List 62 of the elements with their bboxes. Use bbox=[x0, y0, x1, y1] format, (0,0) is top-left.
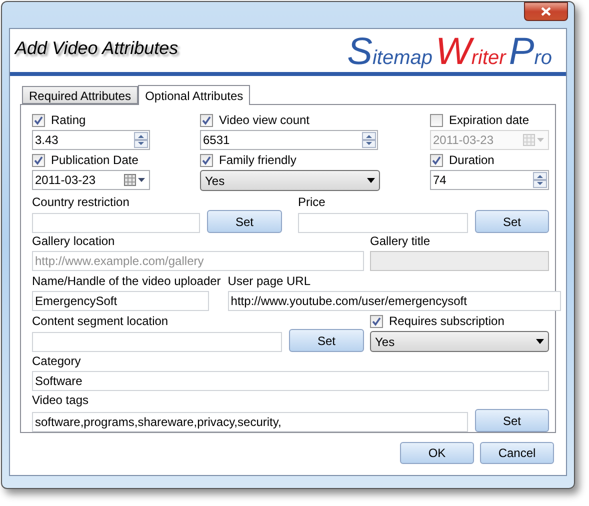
checkbox-label: Expiration date bbox=[449, 112, 530, 128]
tab[interactable]: Optional Attributes bbox=[138, 85, 250, 105]
text-field[interactable] bbox=[298, 213, 468, 233]
checkbox-label: Family friendly bbox=[219, 152, 296, 168]
checkmark-icon bbox=[432, 156, 441, 164]
checkbox[interactable] bbox=[370, 314, 383, 328]
close-button[interactable] bbox=[524, 2, 568, 21]
checkbox[interactable] bbox=[32, 114, 45, 126]
text-field[interactable]: http://www.youtube.com/user/emergencysoft bbox=[228, 291, 561, 311]
checkmark-icon bbox=[34, 156, 43, 164]
set-button[interactable]: Set bbox=[475, 210, 549, 233]
set-button[interactable]: Set bbox=[475, 409, 549, 432]
checkbox-label: Video view count bbox=[219, 112, 310, 128]
number-field[interactable]: 6531 bbox=[200, 130, 378, 150]
calendar-icon bbox=[124, 174, 146, 186]
set-button[interactable]: Set bbox=[289, 329, 364, 352]
checkmark-icon bbox=[372, 316, 381, 326]
tab[interactable]: Required Attributes bbox=[22, 86, 138, 104]
text-field[interactable]: software,programs,shareware,privacy,security, bbox=[32, 412, 468, 432]
spin-arrows-icon bbox=[533, 172, 547, 188]
field-label: Gallery location bbox=[32, 233, 116, 249]
field-label: Gallery title bbox=[370, 233, 432, 249]
dropdown[interactable]: Yes bbox=[200, 170, 380, 191]
spin-arrows-icon bbox=[362, 132, 376, 148]
field-label: Video tags bbox=[32, 392, 90, 408]
dropdown-arrow-icon bbox=[536, 339, 544, 344]
dropdown-arrow-icon bbox=[367, 178, 375, 183]
text-field[interactable]: EmergencySoft bbox=[32, 291, 209, 311]
checkbox-label: Publication Date bbox=[51, 152, 138, 168]
checkbox[interactable] bbox=[430, 154, 443, 166]
text-field[interactable] bbox=[32, 213, 200, 233]
checkmark-icon bbox=[202, 116, 211, 124]
field-label: Price bbox=[298, 194, 326, 210]
close-icon bbox=[541, 7, 551, 16]
checkbox[interactable] bbox=[32, 154, 45, 166]
checkbox[interactable] bbox=[430, 114, 443, 126]
text-field[interactable]: http://www.example.com/gallery bbox=[32, 251, 364, 271]
dropdown[interactable]: Yes bbox=[370, 331, 549, 352]
calendar-icon bbox=[523, 134, 545, 146]
number-field[interactable]: 74 bbox=[430, 170, 549, 190]
checkbox[interactable] bbox=[200, 154, 213, 166]
checkbox-label: Requires subscription bbox=[389, 313, 504, 329]
dialog-button[interactable]: Cancel bbox=[480, 442, 554, 464]
field-label: Name/Handle of the video uploader bbox=[32, 273, 221, 289]
field-label: User page URL bbox=[228, 273, 312, 289]
checkbox[interactable] bbox=[200, 114, 213, 126]
field-label: Category bbox=[32, 353, 82, 369]
checkbox-label: Duration bbox=[449, 152, 494, 168]
checkmark-icon bbox=[34, 116, 43, 124]
logo: SitemapWriterPro bbox=[347, 33, 552, 75]
dialog-title: Add Video Attributes bbox=[15, 37, 178, 60]
number-field[interactable]: 3.43 bbox=[32, 130, 150, 150]
dialog-button[interactable]: OK bbox=[400, 442, 474, 464]
set-button[interactable]: Set bbox=[207, 210, 282, 233]
field-label: Country restriction bbox=[32, 194, 130, 210]
checkmark-icon bbox=[202, 156, 211, 164]
field-label: Content segment location bbox=[32, 313, 170, 329]
checkbox-label: Rating bbox=[51, 112, 86, 128]
text-field[interactable]: Software bbox=[32, 371, 549, 391]
text-field[interactable] bbox=[32, 332, 282, 352]
spin-arrows-icon bbox=[134, 132, 148, 148]
date-field[interactable]: 2011-03-23 bbox=[32, 170, 150, 190]
